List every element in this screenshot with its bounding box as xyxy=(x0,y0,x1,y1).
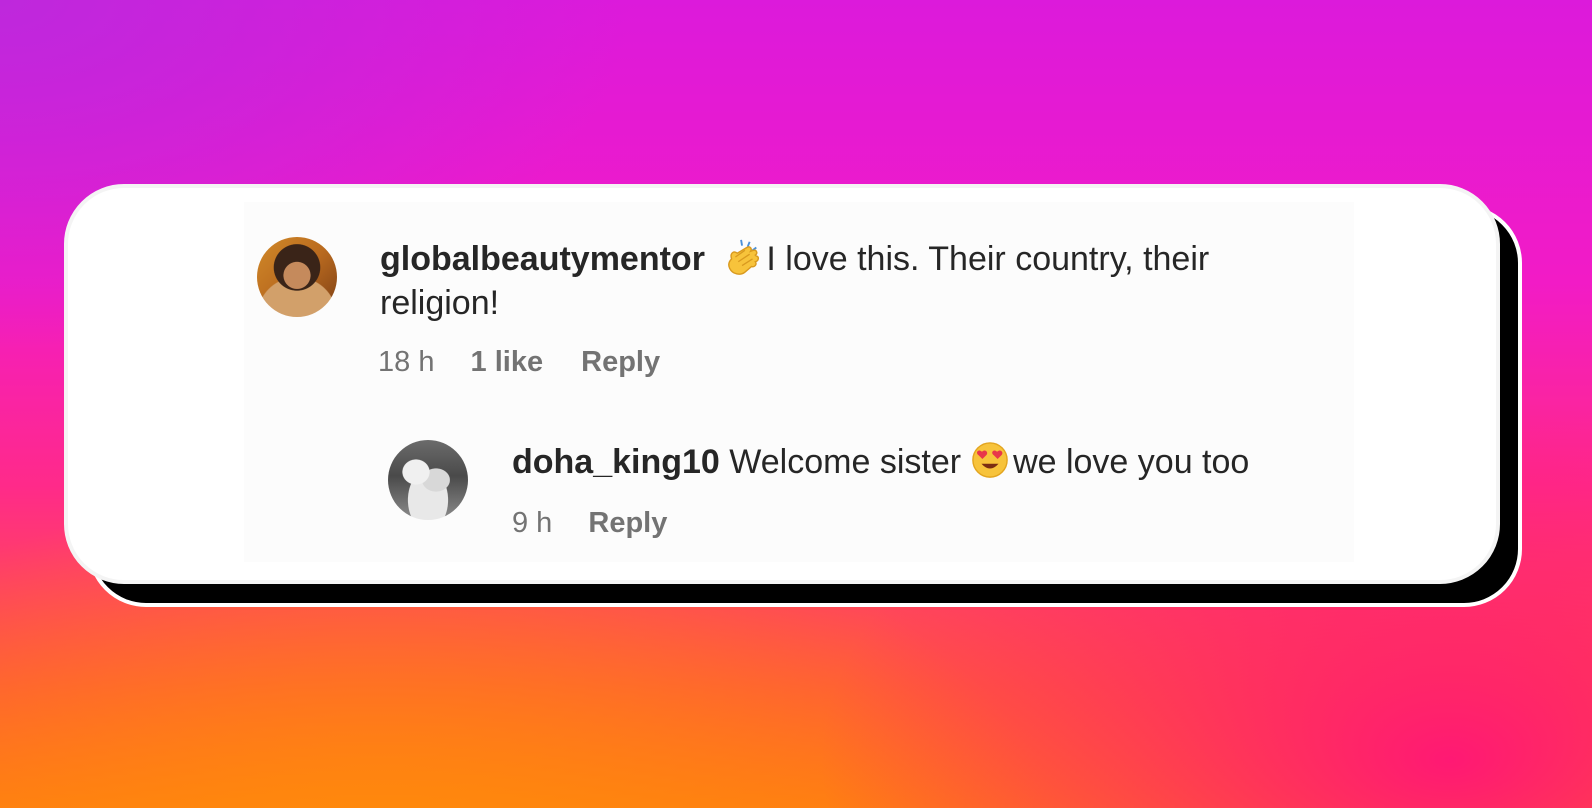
comment-meta: 18 h 1 like Reply xyxy=(378,344,660,380)
comment-username[interactable]: globalbeautymentor xyxy=(380,240,705,278)
comment: globalbeautymentor I love this. Their co… xyxy=(380,237,1310,325)
heart-eyes-face-icon xyxy=(972,442,1008,478)
reply-button[interactable]: Reply xyxy=(581,344,660,380)
reply-button[interactable]: Reply xyxy=(588,505,667,541)
comment-time: 18 h xyxy=(378,346,435,378)
reply-username[interactable]: doha_king10 xyxy=(512,443,720,481)
reply-body-start: Welcome sister xyxy=(729,443,962,481)
reply-time: 9 h xyxy=(512,507,553,539)
avatar[interactable] xyxy=(388,440,468,520)
avatar[interactable] xyxy=(257,237,337,317)
comment-likes[interactable]: 1 like xyxy=(471,344,544,380)
clapping-hands-icon xyxy=(728,239,760,275)
reply-meta: 9 h Reply xyxy=(512,505,667,541)
reply-comment: doha_king10 Welcome sister we love you t… xyxy=(512,440,1392,484)
reply-body-end: we love you too xyxy=(1013,443,1250,481)
